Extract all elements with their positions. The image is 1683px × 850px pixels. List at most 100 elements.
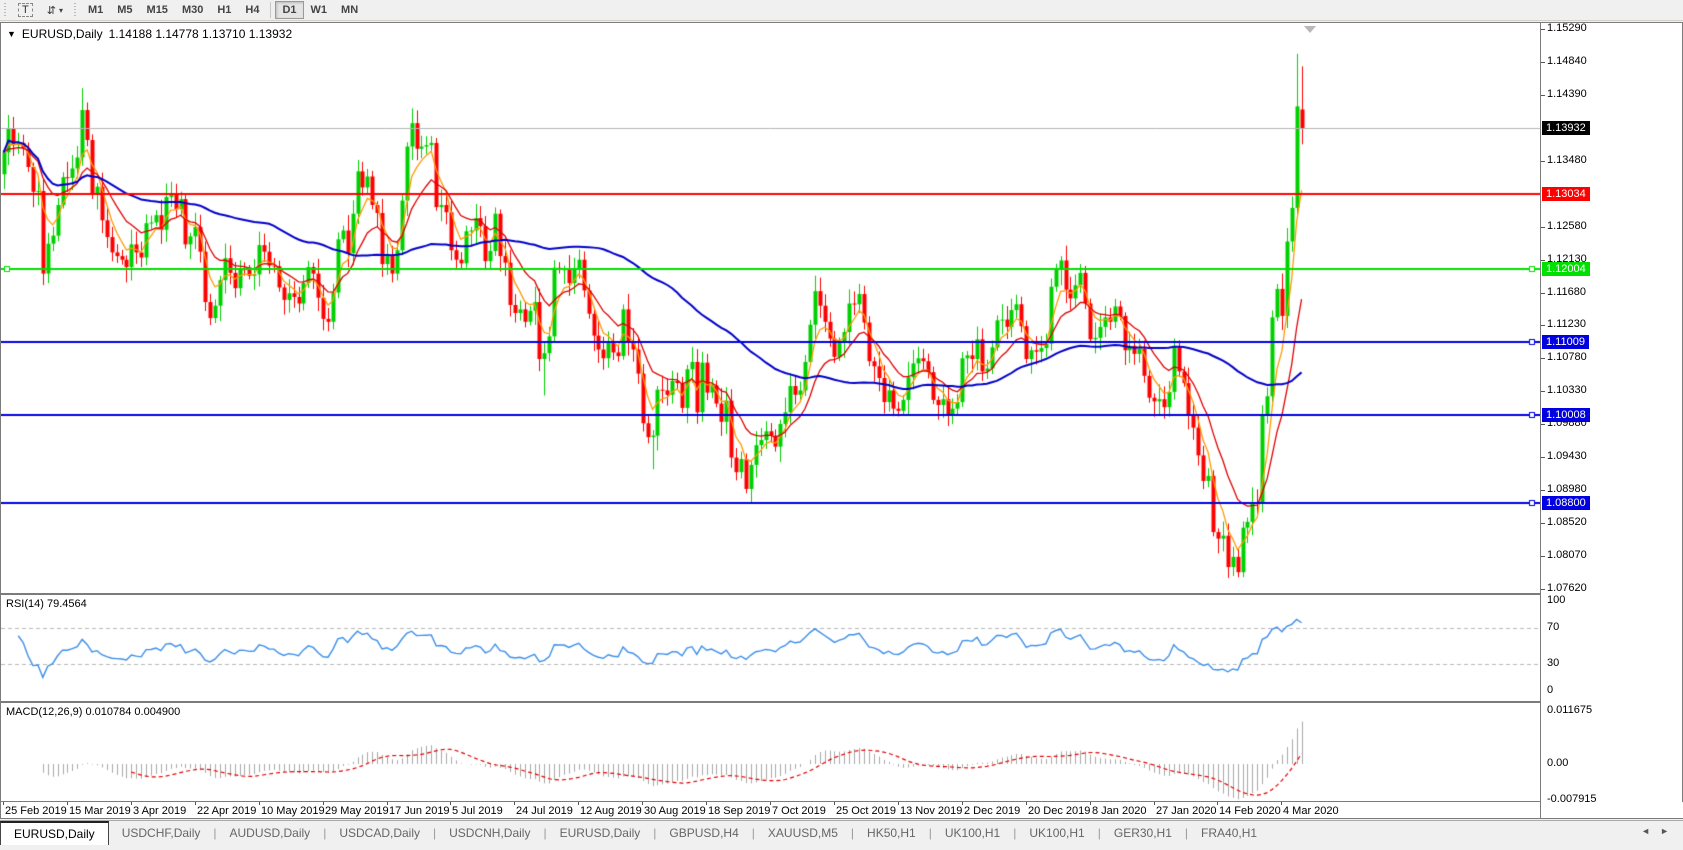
axis-tick bbox=[1541, 391, 1545, 392]
date-tick bbox=[770, 802, 771, 805]
price-tick-label: 1.08520 bbox=[1547, 516, 1587, 528]
chart-tab-uk100-h1[interactable]: UK100,H1 bbox=[1016, 821, 1097, 845]
date-tick bbox=[578, 802, 579, 805]
arrange-windows-button[interactable]: ⇵ ▾ bbox=[40, 1, 70, 19]
rsi-canvas[interactable] bbox=[1, 595, 1540, 701]
price-badge: 1.11009 bbox=[1542, 335, 1589, 349]
date-tick-label: 15 Mar 2019 bbox=[69, 805, 131, 817]
tab-scroll-left-icon[interactable]: ◄ bbox=[1641, 826, 1650, 836]
axis-tick bbox=[1541, 457, 1545, 458]
mt4-window: T ⇵ ▾ M1M5M15M30H1H4 D1W1MN ▼ EURUSD,Dail… bbox=[0, 0, 1683, 850]
chart-shift-marker[interactable] bbox=[1304, 26, 1316, 33]
timeframe-button-mn[interactable]: MN bbox=[334, 1, 365, 19]
macd-label: MACD(12,26,9) 0.010784 0.004900 bbox=[6, 706, 180, 718]
date-tick-label: 20 Dec 2019 bbox=[1028, 805, 1090, 817]
toolbar-gripper[interactable] bbox=[3, 3, 8, 17]
date-tick-label: 18 Sep 2019 bbox=[708, 805, 770, 817]
timeframe-button-h4[interactable]: H4 bbox=[238, 1, 266, 19]
date-tick-label: 13 Nov 2019 bbox=[900, 805, 962, 817]
date-tick bbox=[1026, 802, 1027, 805]
text-tool-button[interactable]: T bbox=[11, 1, 40, 19]
arrange-icon: ⇵ bbox=[47, 4, 56, 17]
timeframe-button-h1[interactable]: H1 bbox=[210, 1, 238, 19]
chevron-down-icon: ▾ bbox=[59, 6, 63, 15]
date-tick-label: 22 Apr 2019 bbox=[197, 805, 256, 817]
macd-canvas[interactable] bbox=[1, 703, 1540, 801]
chart-tab-xauusd-m5[interactable]: XAUUSD,M5 bbox=[755, 821, 851, 845]
date-tick-label: 3 Apr 2019 bbox=[133, 805, 186, 817]
date-tick-label: 8 Jan 2020 bbox=[1092, 805, 1146, 817]
date-tick-label: 29 May 2019 bbox=[325, 805, 389, 817]
date-tick-label: 14 Feb 2020 bbox=[1219, 805, 1281, 817]
price-tick-label: 1.14840 bbox=[1547, 55, 1587, 67]
date-tick-label: 10 May 2019 bbox=[261, 805, 325, 817]
chart-tab-usdcnh-daily[interactable]: USDCNH,Daily bbox=[436, 821, 543, 845]
timeframe-button-m15[interactable]: M15 bbox=[140, 1, 175, 19]
axis-tick bbox=[1541, 490, 1545, 491]
chart-tab-usdcad-daily[interactable]: USDCAD,Daily bbox=[326, 821, 433, 845]
price-axis[interactable]: 1.152901.148401.143901.134801.125801.121… bbox=[1540, 23, 1682, 818]
rsi-tick-label: 100 bbox=[1547, 594, 1565, 606]
chart-tab-audusd-daily[interactable]: AUDUSD,Daily bbox=[217, 821, 324, 845]
chart-tab-eurusd-daily[interactable]: EURUSD,Daily bbox=[0, 821, 109, 845]
axis-tick bbox=[1541, 260, 1545, 261]
macd-panel: MACD(12,26,9) 0.010784 0.004900 bbox=[1, 701, 1540, 801]
price-badge: 1.08800 bbox=[1542, 496, 1590, 510]
date-tick-label: 25 Oct 2019 bbox=[836, 805, 896, 817]
rsi-tick-label: 0 bbox=[1547, 684, 1553, 696]
date-tick bbox=[834, 802, 835, 805]
axis-tick bbox=[1541, 29, 1545, 30]
chart-tab-bar: EURUSD,DailyUSDCHF,Daily|AUDUSD,Daily|US… bbox=[0, 820, 1683, 845]
date-tick bbox=[1281, 802, 1282, 805]
chart-symbol-label: EURUSD,Daily bbox=[22, 27, 103, 41]
collapse-icon[interactable]: ▼ bbox=[7, 29, 16, 39]
axis-tick bbox=[1541, 556, 1545, 557]
date-tick bbox=[962, 802, 963, 805]
price-tick-label: 1.10330 bbox=[1547, 384, 1587, 396]
price-tick-label: 1.09430 bbox=[1547, 450, 1587, 462]
date-tick bbox=[1217, 802, 1218, 805]
macd-tick-label: 0.011675 bbox=[1547, 704, 1592, 716]
chart-window: ▼ EURUSD,Daily 1.14188 1.14778 1.13710 1… bbox=[0, 22, 1683, 819]
axis-tick bbox=[1541, 523, 1545, 524]
date-tick bbox=[67, 802, 68, 805]
date-tick bbox=[1090, 802, 1091, 805]
timeframe-button-m1[interactable]: M1 bbox=[81, 1, 110, 19]
tabs-container: EURUSD,DailyUSDCHF,Daily|AUDUSD,Daily|US… bbox=[0, 821, 1270, 845]
rsi-tick-label: 70 bbox=[1547, 621, 1559, 633]
price-badge: 1.10008 bbox=[1542, 408, 1590, 422]
chart-tab-eurusd-daily[interactable]: EURUSD,Daily bbox=[547, 821, 654, 845]
price-tick-label: 1.08070 bbox=[1547, 549, 1587, 561]
tab-scroll-right-icon[interactable]: ► bbox=[1660, 826, 1669, 836]
timeframe-button-w1[interactable]: W1 bbox=[304, 1, 335, 19]
date-tick bbox=[450, 802, 451, 805]
chart-tab-usdchf-daily[interactable]: USDCHF,Daily bbox=[109, 821, 214, 845]
axis-tick bbox=[1541, 293, 1545, 294]
price-tick-label: 1.10780 bbox=[1547, 351, 1587, 363]
chart-tab-gbpusd-h4[interactable]: GBPUSD,H4 bbox=[656, 821, 751, 845]
date-tick bbox=[514, 802, 515, 805]
chart-tab-hk50-h1[interactable]: HK50,H1 bbox=[854, 821, 929, 845]
price-tick-label: 1.07620 bbox=[1547, 582, 1587, 594]
axis-tick bbox=[1541, 161, 1545, 162]
chart-tab-uk100-h1[interactable]: UK100,H1 bbox=[932, 821, 1013, 845]
toolbar-gripper[interactable] bbox=[73, 3, 78, 17]
timeframe-button-m5[interactable]: M5 bbox=[110, 1, 139, 19]
date-tick-label: 7 Oct 2019 bbox=[772, 805, 826, 817]
date-tick-label: 5 Jul 2019 bbox=[452, 805, 503, 817]
rsi-panel: RSI(14) 79.4564 bbox=[1, 593, 1540, 701]
date-tick bbox=[195, 802, 196, 805]
timeframe-button-m30[interactable]: M30 bbox=[175, 1, 210, 19]
timeframe-group: M1M5M15M30H1H4 D1W1MN bbox=[81, 1, 365, 19]
price-badge: 1.12004 bbox=[1542, 262, 1590, 276]
date-tick-label: 27 Jan 2020 bbox=[1156, 805, 1217, 817]
chart-ohlc-values: 1.14188 1.14778 1.13710 1.13932 bbox=[109, 27, 293, 41]
chart-tab-fra40-h1[interactable]: FRA40,H1 bbox=[1188, 821, 1270, 845]
chart-tab-ger30-h1[interactable]: GER30,H1 bbox=[1101, 821, 1185, 845]
timeframe-button-d1[interactable]: D1 bbox=[275, 1, 303, 19]
text-tool-icon: T bbox=[18, 3, 33, 17]
date-axis[interactable]: 25 Feb 201915 Mar 20193 Apr 201922 Apr 2… bbox=[1, 801, 1683, 818]
price-tick-label: 1.08980 bbox=[1547, 483, 1587, 495]
main-chart-canvas[interactable] bbox=[1, 23, 1540, 593]
date-tick bbox=[898, 802, 899, 805]
